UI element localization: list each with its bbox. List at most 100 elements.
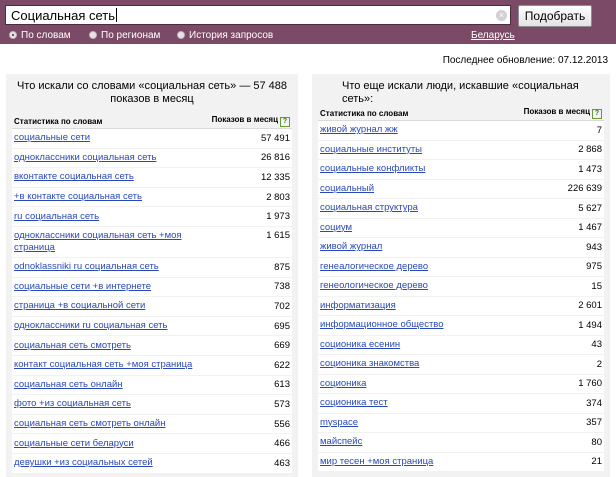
keyword-link[interactable]: социальные институты (320, 144, 422, 156)
table-row: одноклассники ru социальная сеть 695 (12, 316, 292, 337)
table-row: соционика тест 374 (318, 394, 604, 414)
keyword-link[interactable]: социальная сеть смотреть (14, 340, 131, 352)
table-row: социальные конфликты 1 473 (318, 160, 604, 180)
table-row: информационное общество 1 494 (318, 316, 604, 336)
keyword-link[interactable]: социальные конфликты (320, 163, 425, 175)
keyword-link[interactable]: социальная сеть смотреть онлайн (14, 418, 165, 430)
last-update-text: Последнее обновление: 07.12.2013 (442, 55, 608, 66)
col-phrase-header: Статистика по словам (14, 116, 103, 126)
keyword-link[interactable]: социальные сети (14, 132, 90, 144)
mode-by-regions[interactable]: По регионам (89, 30, 160, 41)
impressions-count: 738 (274, 281, 290, 293)
keyword-link[interactable]: одноклассники социальная сеть +моя стран… (14, 230, 204, 254)
table-row: социум 1 467 (318, 218, 604, 238)
table-row: социальные сети беларуси 466 (12, 434, 292, 454)
keyword-link[interactable]: страница +в социальной сети (14, 300, 145, 312)
impressions-count: 2 601 (578, 300, 602, 312)
impressions-count: 2 803 (266, 191, 290, 203)
col-phrase-header: Статистика по словам (320, 108, 409, 118)
table-row: социальный 226 639 (318, 179, 604, 199)
search-query-text[interactable]: Социальная сеть (11, 8, 117, 23)
table-row: девушки +из социальных сетей 463 (12, 453, 292, 474)
keyword-link[interactable]: фото +из социальная сеть (14, 398, 131, 410)
table-row: мир тесен +моя страница 21 (318, 452, 604, 472)
table-row: генеологическое дерево 15 (318, 277, 604, 297)
impressions-count: 1 473 (578, 163, 602, 175)
keyword-link[interactable]: ru социальная сеть (14, 211, 99, 223)
text-cursor (116, 8, 117, 22)
keyword-link[interactable]: живой журнал (320, 241, 382, 253)
help-icon[interactable]: ? (280, 117, 290, 127)
impressions-count: 463 (274, 457, 290, 469)
mode-history[interactable]: История запросов (177, 30, 273, 41)
right-panel-title: Что еще искали люди, искавшие «социальна… (342, 80, 579, 105)
impressions-count: 57 491 (260, 132, 290, 144)
right-results-panel: Что еще искали люди, искавшие «социальна… (312, 74, 610, 477)
table-row: одноклассники социальная сеть +моя стран… (12, 226, 292, 258)
impressions-count: 21 (591, 456, 602, 468)
keyword-link[interactable]: генеалогическое дерево (320, 261, 428, 273)
clear-icon[interactable]: × (496, 10, 507, 21)
keyword-link[interactable]: социальный (320, 183, 374, 195)
impressions-count: 12 335 (260, 171, 290, 183)
impressions-count: 875 (274, 261, 290, 273)
keyword-link[interactable]: живой журнал жж (320, 124, 398, 136)
search-input[interactable]: Социальная сеть × (5, 5, 511, 25)
table-row: страница +в социальной сети 702 (12, 297, 292, 317)
impressions-count: 226 639 (567, 183, 602, 195)
left-results-panel: Что искали со словами «социальная сеть» … (6, 74, 298, 477)
left-panel-title: Что искали со словами «социальная сеть» … (16, 80, 288, 105)
table-row: живой журнал жж 7 (318, 121, 604, 141)
keyword-link[interactable]: соционика есенин (320, 339, 400, 351)
right-table-header: Статистика по словам Показов в месяц? (318, 106, 604, 121)
radio-icon[interactable] (89, 31, 97, 39)
impressions-count: 357 (586, 417, 602, 429)
table-row: myspace 357 (318, 413, 604, 433)
keyword-link[interactable]: майспейс (320, 436, 362, 448)
keyword-link[interactable]: генеологическое дерево (320, 280, 428, 292)
table-row: социальные институты 2 868 (318, 140, 604, 160)
keyword-link[interactable]: вконтакте социальная сеть (14, 171, 134, 183)
impressions-count: 695 (274, 320, 290, 332)
submit-button[interactable]: Подобрать (518, 5, 592, 27)
table-row: живой журнал 943 (318, 238, 604, 258)
table-row: социальная сеть смотреть 669 (12, 336, 292, 356)
keyword-link[interactable]: соционика знакомства (320, 358, 419, 370)
keyword-link[interactable]: социум (320, 222, 352, 234)
table-row: +в контакте социальная сеть 2 803 (12, 187, 292, 208)
keyword-link[interactable]: +в контакте социальная сеть (14, 191, 142, 203)
table-row: социальные сети +в интернете 738 (12, 277, 292, 298)
keyword-link[interactable]: информатизация (320, 300, 396, 312)
region-link[interactable]: Беларусь (471, 30, 515, 41)
keyword-link[interactable]: одноклассники социальная сеть (14, 152, 156, 164)
table-row: социальная структура 5 627 (318, 199, 604, 219)
table-row: социальная сеть смотреть онлайн 556 (12, 414, 292, 435)
col-count-header: Показов в месяц? (524, 107, 602, 119)
impressions-count: 2 (596, 358, 602, 370)
mode-by-words[interactable]: По словам (9, 30, 71, 41)
keyword-link[interactable]: myspace (320, 417, 358, 429)
impressions-count: 15 (591, 280, 602, 292)
impressions-count: 943 (586, 241, 602, 253)
keyword-link[interactable]: соционика (320, 378, 366, 390)
impressions-count: 80 (591, 436, 602, 448)
keyword-link[interactable]: одноклассники ru социальная сеть (14, 320, 167, 332)
keyword-link[interactable]: соционика тест (320, 397, 388, 409)
keyword-link[interactable]: девушки +из социальных сетей (14, 457, 153, 469)
table-row: фото +из социальная сеть 573 (12, 395, 292, 415)
keyword-link[interactable]: контакт социальная сеть +моя страница (14, 359, 192, 371)
table-row: odnoklassniki ru социальная сеть 875 (12, 257, 292, 278)
impressions-count: 5 627 (578, 202, 602, 214)
keyword-link[interactable]: социальные сети беларуси (14, 438, 134, 450)
keyword-link[interactable]: социальные сети +в интернете (14, 281, 151, 293)
col-count-header: Показов в месяц? (212, 115, 290, 127)
keyword-link[interactable]: информационное общество (320, 319, 444, 331)
impressions-count: 613 (274, 379, 290, 391)
radio-icon[interactable] (177, 31, 185, 39)
keyword-link[interactable]: социальная структура (320, 202, 418, 214)
help-icon[interactable]: ? (592, 109, 602, 119)
radio-selected-icon[interactable] (9, 31, 17, 39)
keyword-link[interactable]: мир тесен +моя страница (320, 456, 433, 468)
keyword-link[interactable]: социальная сеть онлайн (14, 379, 123, 391)
keyword-link[interactable]: odnoklassniki ru социальная сеть (14, 261, 159, 273)
